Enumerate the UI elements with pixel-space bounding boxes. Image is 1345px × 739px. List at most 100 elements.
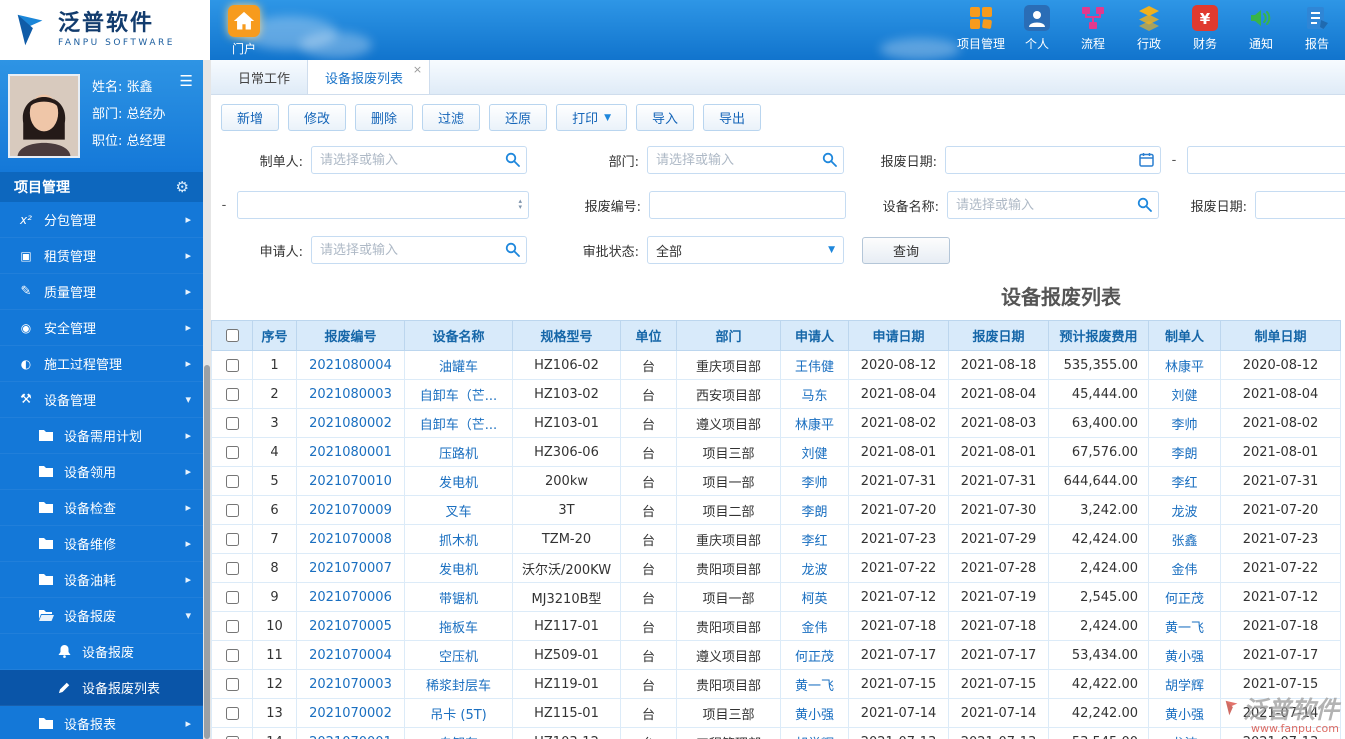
cell-link[interactable]: 胡学辉 [1165, 679, 1204, 694]
tab-1[interactable]: 设备报废列表 × [307, 60, 431, 94]
column-header[interactable]: 申请日期 [848, 320, 949, 351]
scrap-no-input[interactable] [649, 191, 846, 219]
row-checkbox[interactable] [225, 387, 239, 401]
row-checkbox[interactable] [225, 416, 239, 430]
column-header[interactable]: 制单人 [1148, 320, 1221, 351]
cell-link[interactable]: 2021080001 [309, 445, 392, 460]
toolbar-button-5[interactable]: 打印 ▼ [556, 104, 628, 131]
column-header[interactable]: 申请人 [780, 320, 849, 351]
column-header[interactable]: 报废编号 [296, 320, 405, 351]
query-button[interactable]: 查询 [862, 236, 950, 264]
cell-link[interactable]: 2021070008 [309, 532, 392, 547]
cell-link[interactable]: 自卸车（芒... [420, 389, 497, 404]
cell-link[interactable]: 2021080002 [309, 416, 392, 431]
cell-link[interactable]: 刘健 [801, 447, 827, 462]
equip-name-input[interactable] [947, 191, 1159, 219]
search-icon[interactable] [505, 242, 520, 257]
cell-link[interactable]: 李红 [1171, 476, 1197, 491]
column-header[interactable]: 部门 [676, 320, 781, 351]
row-checkbox[interactable] [225, 619, 239, 633]
toolbar-button-0[interactable]: 新增 [221, 104, 280, 131]
sidebar-item-3[interactable]: ◉ 安全管理 ▸ [0, 310, 203, 346]
cell-link[interactable]: 2021070009 [309, 503, 392, 518]
cell-link[interactable]: 李朗 [1171, 447, 1197, 462]
sidebar-item-0[interactable]: x² 分包管理 ▸ [0, 202, 203, 238]
column-header[interactable]: 预计报废费用 [1048, 320, 1149, 351]
cell-link[interactable]: 叉车 [445, 505, 471, 520]
nav-portal[interactable]: 门户 [222, 5, 266, 57]
cell-link[interactable]: 龙波 [1171, 505, 1197, 520]
cell-link[interactable]: 龙波 [801, 563, 827, 578]
row-checkbox[interactable] [225, 445, 239, 459]
sidebar-item-10[interactable]: 设备油耗 ▸ [0, 562, 203, 598]
cell-link[interactable]: 2021080004 [309, 358, 392, 373]
maker-input[interactable] [311, 146, 527, 174]
nav-finance[interactable]: ¥ 财务 [1177, 5, 1233, 52]
column-header[interactable]: 报废日期 [948, 320, 1049, 351]
cell-link[interactable]: 2021070005 [309, 619, 392, 634]
row-checkbox[interactable] [225, 561, 239, 575]
sidebar-item-12[interactable]: 设备报废 [0, 634, 203, 670]
row-checkbox[interactable] [225, 358, 239, 372]
cell-link[interactable]: 抓木机 [439, 534, 478, 549]
scrap-date-from-input[interactable] [945, 146, 1161, 174]
nav-report[interactable]: 报告 [1289, 5, 1345, 52]
sidebar-item-8[interactable]: 设备检查 ▸ [0, 490, 203, 526]
cell-link[interactable]: 黄小强 [795, 708, 834, 723]
cell-link[interactable]: 王伟健 [795, 360, 834, 375]
cell-link[interactable]: 黄一飞 [795, 679, 834, 694]
cell-link[interactable]: 自卸车（芒... [420, 418, 497, 433]
cell-link[interactable]: 2021070007 [309, 561, 392, 576]
toolbar-button-4[interactable]: 还原 [489, 104, 548, 131]
column-header[interactable]: 制单日期 [1220, 320, 1341, 351]
cell-link[interactable]: 黄一飞 [1165, 621, 1204, 636]
row-checkbox[interactable] [225, 677, 239, 691]
cell-link[interactable]: 李红 [801, 534, 827, 549]
scrap-date2-input[interactable] [1255, 191, 1345, 219]
row-checkbox[interactable] [225, 648, 239, 662]
close-icon[interactable]: × [413, 63, 422, 76]
sidebar-item-6[interactable]: 设备需用计划 ▸ [0, 418, 203, 454]
toolbar-button-2[interactable]: 删除 [355, 104, 414, 131]
sidebar-item-11[interactable]: 设备报废 ▾ [0, 598, 203, 634]
sidebar-item-9[interactable]: 设备维修 ▸ [0, 526, 203, 562]
cell-link[interactable]: 金伟 [801, 621, 827, 636]
cell-link[interactable]: 金伟 [1171, 563, 1197, 578]
sidebar-item-7[interactable]: 设备领用 ▸ [0, 454, 203, 490]
cell-link[interactable]: 2021070003 [309, 677, 392, 692]
sidebar-item-4[interactable]: ◐ 施工过程管理 ▸ [0, 346, 203, 382]
cell-link[interactable]: 2021070004 [309, 648, 392, 663]
cell-link[interactable]: 黄小强 [1165, 650, 1204, 665]
cell-link[interactable]: 林康平 [1165, 360, 1204, 375]
nav-administration[interactable]: 行政 [1121, 5, 1177, 52]
select-all-checkbox[interactable] [225, 329, 239, 342]
cell-link[interactable]: 带锯机 [439, 592, 478, 607]
cell-link[interactable]: 李朗 [801, 505, 827, 520]
cell-link[interactable]: 2021070010 [309, 474, 392, 489]
nav-notice[interactable]: 通知 [1233, 5, 1289, 52]
column-header[interactable]: 设备名称 [404, 320, 513, 351]
cell-link[interactable]: 张鑫 [1171, 534, 1197, 549]
applicant-input[interactable] [311, 236, 527, 264]
cell-link[interactable]: 何正茂 [1165, 592, 1204, 607]
scrap-date-to-input[interactable] [1187, 146, 1345, 174]
search-icon[interactable] [1137, 197, 1152, 212]
cell-link[interactable]: 发电机 [439, 476, 478, 491]
row-checkbox[interactable] [225, 532, 239, 546]
cell-link[interactable]: 李帅 [1171, 418, 1197, 433]
sidebar-item-2[interactable]: ✎ 质量管理 ▸ [0, 274, 203, 310]
gear-icon[interactable]: ⚙ [176, 178, 189, 196]
column-header[interactable]: 规格型号 [512, 320, 621, 351]
cell-link[interactable]: 2021070001 [309, 735, 392, 739]
row-checkbox[interactable] [225, 590, 239, 604]
cell-link[interactable]: 黄小强 [1165, 708, 1204, 723]
row-checkbox[interactable] [225, 474, 239, 488]
nav-process[interactable]: 流程 [1065, 5, 1121, 52]
cell-link[interactable]: 油罐车 [439, 360, 478, 375]
toolbar-button-1[interactable]: 修改 [288, 104, 347, 131]
row-checkbox[interactable] [225, 706, 239, 720]
dept-input[interactable] [647, 146, 844, 174]
range-end-input[interactable] [237, 191, 529, 219]
cell-link[interactable]: 2021070002 [309, 706, 392, 721]
cell-link[interactable]: 刘健 [1171, 389, 1197, 404]
